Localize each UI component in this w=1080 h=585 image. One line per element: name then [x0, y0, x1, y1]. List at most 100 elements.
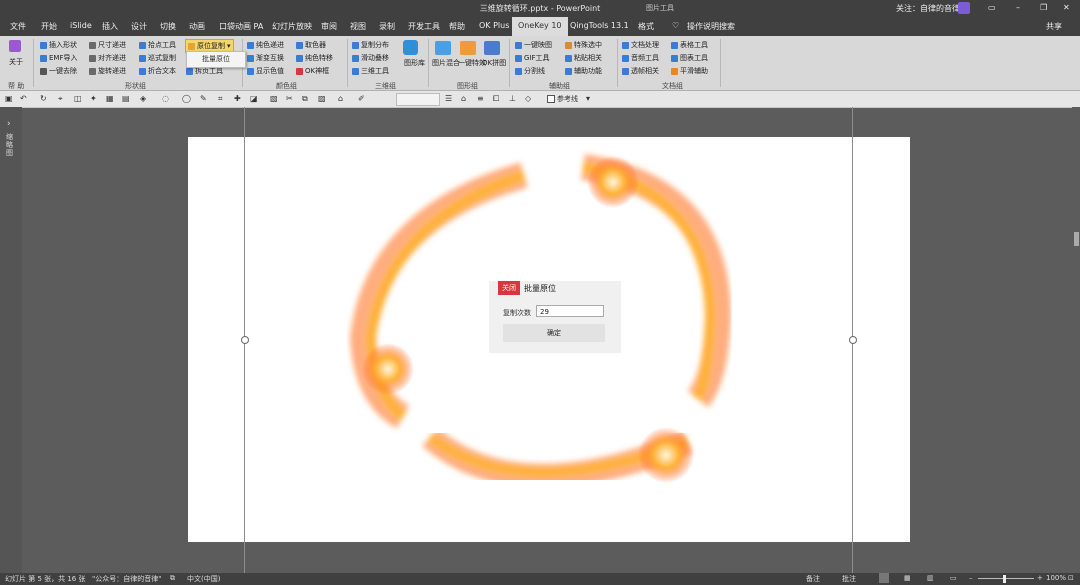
tab-review[interactable]: 审阅	[321, 21, 337, 32]
gradient-swap-button[interactable]: 渐变互换	[247, 53, 284, 63]
tab-animations[interactable]: 动画	[189, 21, 205, 32]
ok-puzzle-button[interactable]: OK拼图	[482, 58, 506, 68]
crop-icon[interactable]: ⌗	[218, 94, 223, 104]
normal-view-icon[interactable]	[879, 573, 889, 583]
ok-frame-button[interactable]: OK神框	[296, 66, 329, 76]
tab-home[interactable]: 开始	[41, 21, 57, 32]
chart-tool-button[interactable]: 图表工具	[671, 53, 708, 63]
table-icon[interactable]: ▦	[106, 94, 114, 103]
grid-icon[interactable]: ▤	[122, 94, 130, 103]
vertical-scrollbar[interactable]	[1072, 107, 1080, 573]
copy-count-input[interactable]: 29	[536, 305, 604, 317]
ruler-icon[interactable]: ⊥	[509, 94, 516, 103]
maximize-icon[interactable]: ❐	[1040, 3, 1047, 12]
tab-onekey[interactable]: OneKey 10	[512, 17, 568, 36]
avatar[interactable]	[958, 2, 970, 14]
rotate-step-button[interactable]: 旋转递进	[89, 66, 126, 76]
accessibility-icon[interactable]: ⧉	[170, 574, 175, 583]
size-step-button[interactable]: 尺寸递进	[89, 40, 126, 50]
fit-window-icon[interactable]: ⊡	[1068, 574, 1074, 582]
remove-button[interactable]: 一键去除	[40, 66, 77, 76]
ref-line-checkbox[interactable]	[547, 95, 555, 103]
align-icon[interactable]: ☰	[445, 94, 452, 103]
3d-tool-button[interactable]: 三维工具	[352, 66, 389, 76]
resize-handle-left[interactable]	[241, 336, 249, 344]
emf-import-button[interactable]: EMF导入	[40, 53, 78, 63]
language-label[interactable]: 中文(中国)	[187, 574, 220, 584]
bucket-icon[interactable]: ◪	[250, 94, 258, 103]
tab-slideshow[interactable]: 幻灯片放映	[272, 21, 312, 32]
arrange-icon[interactable]: ⧉	[302, 94, 308, 104]
doc-process-button[interactable]: 文档处理	[622, 40, 659, 50]
tab-design[interactable]: 设计	[131, 21, 147, 32]
cut-icon[interactable]: ✂	[286, 94, 293, 103]
color-transfer-button[interactable]: 纯色特移	[296, 53, 333, 63]
zoom-out-icon[interactable]: –	[969, 574, 973, 582]
fill-icon[interactable]: ◈	[140, 94, 146, 103]
tab-transitions[interactable]: 切换	[160, 21, 176, 32]
notes-button[interactable]: 备注	[806, 574, 820, 584]
slide-overlay-button[interactable]: 滑动叠移	[352, 53, 389, 63]
color-step-button[interactable]: 纯色递进	[247, 40, 284, 50]
dropdown-icon[interactable]: ⌂	[338, 94, 343, 103]
scrollbar-thumb[interactable]	[1074, 232, 1079, 246]
reading-view-icon[interactable]: ▥	[927, 574, 934, 582]
tab-pocket-animation[interactable]: 口袋动画 PA	[219, 21, 263, 32]
paste-related-button[interactable]: 粘贴相关	[565, 53, 602, 63]
patrol-copy-button[interactable]: 巡式复制	[139, 53, 176, 63]
batch-in-place-menu-item[interactable]: 批量原位	[186, 51, 246, 68]
copy-distribute-button[interactable]: 复制分布	[352, 40, 389, 50]
picture-icon[interactable]: ▧	[270, 94, 278, 103]
tab-record[interactable]: 录制	[379, 21, 395, 32]
share-button[interactable]: 共享	[1046, 21, 1062, 32]
tab-developer[interactable]: 开发工具	[408, 21, 440, 32]
undo-icon[interactable]: ↶	[20, 94, 27, 103]
expand-icon[interactable]: ›	[7, 119, 11, 129]
table-tool-button[interactable]: 表格工具	[671, 40, 708, 50]
frame-related-button[interactable]: 透帧相关	[622, 66, 659, 76]
tab-islide[interactable]: iSlide	[70, 21, 92, 30]
confirm-button[interactable]: 确定	[503, 324, 605, 342]
save-icon[interactable]: ▣	[5, 94, 13, 103]
smooth-aux-button[interactable]: 平滑辅助	[671, 66, 708, 76]
align-step-button[interactable]: 对齐递进	[89, 53, 126, 63]
redo-icon[interactable]: ↻	[40, 94, 47, 103]
special-select-button[interactable]: 特殊选中	[565, 40, 602, 50]
sorter-view-icon[interactable]: ▦	[904, 574, 911, 582]
tab-qingtools[interactable]: QingTools 13.1	[570, 21, 629, 30]
copy-icon[interactable]: ⧠	[493, 94, 499, 104]
layers-icon[interactable]: ≡	[477, 94, 484, 103]
lock-icon[interactable]: ⌂	[461, 94, 466, 103]
insert-shape-button[interactable]: 插入形状	[40, 40, 77, 50]
audio-tool-button[interactable]: 音频工具	[622, 53, 659, 63]
show-color-value-button[interactable]: 显示色值	[247, 66, 284, 76]
point-tool-button[interactable]: 拾点工具	[139, 40, 176, 50]
graphic-library-button[interactable]: 图形库	[404, 58, 425, 68]
tell-me-search[interactable]: 操作说明搜索	[687, 21, 735, 32]
resize-handle-right[interactable]	[849, 336, 857, 344]
tab-format[interactable]: 格式	[638, 21, 654, 32]
tab-help[interactable]: 帮助	[449, 21, 465, 32]
shape-gray-icon[interactable]: ◯	[182, 94, 191, 103]
zoom-slider[interactable]	[978, 578, 1034, 579]
slideshow-view-icon[interactable]: ▭	[950, 574, 957, 582]
tab-insert[interactable]: 插入	[102, 21, 118, 32]
about-button[interactable]: 关于	[9, 57, 23, 67]
tab-file[interactable]: 文件	[10, 21, 26, 32]
minimize-icon[interactable]: –	[1016, 3, 1020, 12]
font-size-box[interactable]	[396, 93, 440, 106]
zoom-in-icon[interactable]: +	[1037, 574, 1043, 582]
zoom-slider-thumb[interactable]	[1003, 575, 1006, 583]
format-painter-icon[interactable]: ⌖	[58, 94, 63, 104]
pin-icon[interactable]: ✚	[234, 94, 241, 103]
tag-icon[interactable]: ◇	[525, 94, 531, 103]
fold-text-button[interactable]: 折合文本	[139, 66, 176, 76]
one-click-map-button[interactable]: 一键映图	[515, 40, 552, 50]
image-icon[interactable]: ▨	[318, 94, 326, 103]
ribbon-display-icon[interactable]: ▭	[988, 3, 996, 12]
qat-more-icon[interactable]: ▾	[586, 94, 590, 103]
tab-ok-plus[interactable]: OK Plus	[479, 21, 509, 30]
magic-icon[interactable]: ✦	[90, 94, 97, 103]
brush-icon[interactable]: ✎	[200, 94, 207, 103]
close-icon[interactable]: ✕	[1063, 3, 1070, 12]
